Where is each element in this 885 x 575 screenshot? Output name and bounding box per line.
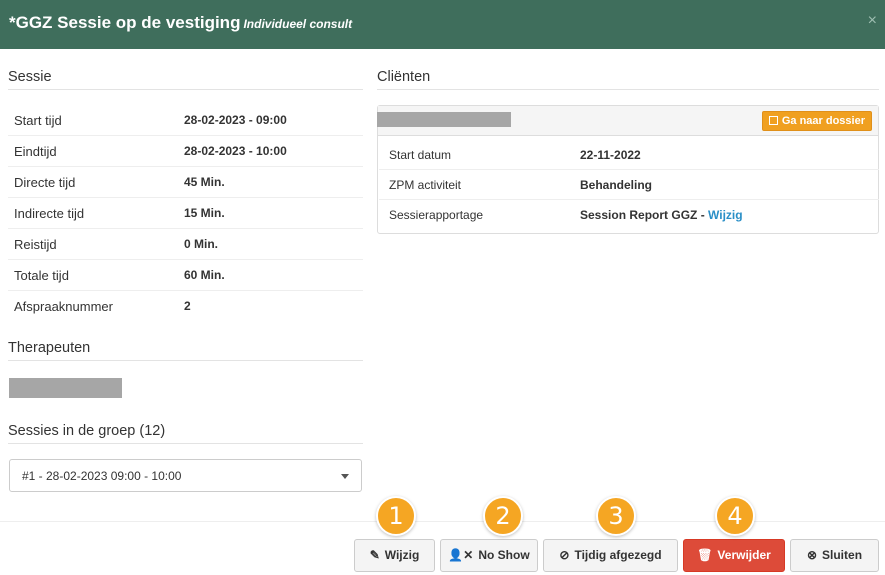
tijdig-afgezegd-button[interactable]: ⊘ Tijdig afgezegd xyxy=(543,539,678,572)
sessie-label: Reistijd xyxy=(14,237,57,252)
sessie-row: Start tijd 28-02-2023 - 09:00 xyxy=(8,105,363,136)
client-row: Start datum 22-11-2022 xyxy=(379,140,879,170)
sessie-row: Directe tijd 45 Min. xyxy=(8,167,363,198)
verwijder-button[interactable]: 🗑 Verwijder xyxy=(683,539,785,572)
ga-naar-dossier-button[interactable]: Ga naar dossier xyxy=(761,111,872,131)
sessie-label: Afspraaknummer xyxy=(14,299,113,314)
client-value: Session Report GGZ - Wijzig xyxy=(580,208,743,222)
ban-icon: ⊘ xyxy=(559,548,570,562)
trash-icon: 🗑 xyxy=(697,548,713,562)
client-row: ZPM activiteit Behandeling xyxy=(379,170,879,200)
pencil-icon: ✎ xyxy=(369,548,380,562)
session-report-text: Session Report GGZ xyxy=(580,208,698,222)
no-show-label: No Show xyxy=(478,548,530,562)
callout-badge-1: 1 xyxy=(376,496,416,536)
callout-badge-3: 3 xyxy=(596,496,636,536)
groep-section-title: Sessies in de groep (12) xyxy=(8,423,363,444)
client-label: Sessierapportage xyxy=(389,208,484,222)
sessie-label: Totale tijd xyxy=(14,268,69,283)
sessie-value: 45 Min. xyxy=(184,175,225,189)
sessie-value: 28-02-2023 - 10:00 xyxy=(184,144,287,158)
sessie-section-title: Sessie xyxy=(8,69,363,90)
client-row: Sessierapportage Session Report GGZ - Wi… xyxy=(379,200,879,230)
clienten-section-title: Cliënten xyxy=(377,69,879,90)
callout-badge-2: 2 xyxy=(483,496,523,536)
sessie-value: 2 xyxy=(184,299,191,313)
sessie-value: 28-02-2023 - 09:00 xyxy=(184,113,287,127)
client-value: 22-11-2022 xyxy=(580,148,641,162)
chevron-down-icon xyxy=(341,474,349,479)
sessie-value: 60 Min. xyxy=(184,268,225,282)
callout-badge-4: 4 xyxy=(715,496,755,536)
therapist-name-redacted xyxy=(9,378,122,398)
no-show-button[interactable]: 👤✕ No Show xyxy=(440,539,538,572)
separator: - xyxy=(697,208,709,222)
close-icon[interactable]: × xyxy=(868,12,877,30)
sessie-label: Start tijd xyxy=(14,113,62,128)
sessie-row: Afspraaknummer 2 xyxy=(8,291,363,322)
wijzig-report-link[interactable]: Wijzig xyxy=(708,208,743,222)
sessie-label: Directe tijd xyxy=(14,175,76,190)
modal-title: *GGZ Sessie op de vestiging Individueel c… xyxy=(9,13,352,33)
group-session-selected: #1 - 28-02-2023 09:00 - 10:00 xyxy=(22,469,182,483)
sluiten-button[interactable]: ⊗ Sluiten xyxy=(790,539,879,572)
client-name-redacted xyxy=(377,112,511,127)
client-label: ZPM activiteit xyxy=(389,178,462,192)
sessie-row: Totale tijd 60 Min. xyxy=(8,260,363,291)
sessie-row: Indirecte tijd 15 Min. xyxy=(8,198,363,229)
times-circle-icon: ⊗ xyxy=(806,548,818,562)
modal-title-text: *GGZ Sessie op de vestiging xyxy=(9,13,241,32)
client-value: Behandeling xyxy=(580,178,653,192)
sessie-value: 15 Min. xyxy=(184,206,225,220)
wijzig-button[interactable]: ✎ Wijzig xyxy=(354,539,435,572)
modal-subtitle: Individueel consult xyxy=(243,17,353,31)
sessie-row: Eindtijd 28-02-2023 - 10:00 xyxy=(8,136,363,167)
group-session-select[interactable]: #1 - 28-02-2023 09:00 - 10:00 xyxy=(9,459,362,492)
wijzig-label: Wijzig xyxy=(384,548,420,562)
tijdig-afgezegd-label: Tijdig afgezegd xyxy=(574,548,662,562)
sessie-label: Eindtijd xyxy=(14,144,57,159)
verwijder-label: Verwijder xyxy=(717,548,771,562)
therapeuten-section-title: Therapeuten xyxy=(8,340,363,361)
client-panel: Ga naar dossier Start datum 22-11-2022 Z… xyxy=(377,105,879,234)
sessie-label: Indirecte tijd xyxy=(14,206,85,221)
client-label: Start datum xyxy=(389,148,452,162)
user-times-icon: 👤✕ xyxy=(448,548,474,562)
client-panel-header: Ga naar dossier xyxy=(377,106,878,136)
sluiten-label: Sluiten xyxy=(822,548,863,562)
sessie-row: Reistijd 0 Min. xyxy=(8,229,363,260)
modal-header: *GGZ Sessie op de vestiging Individueel c… xyxy=(0,0,885,49)
sessie-value: 0 Min. xyxy=(184,237,219,251)
ga-naar-dossier-label: Ga naar dossier xyxy=(781,115,865,127)
external-link-icon xyxy=(768,116,778,125)
